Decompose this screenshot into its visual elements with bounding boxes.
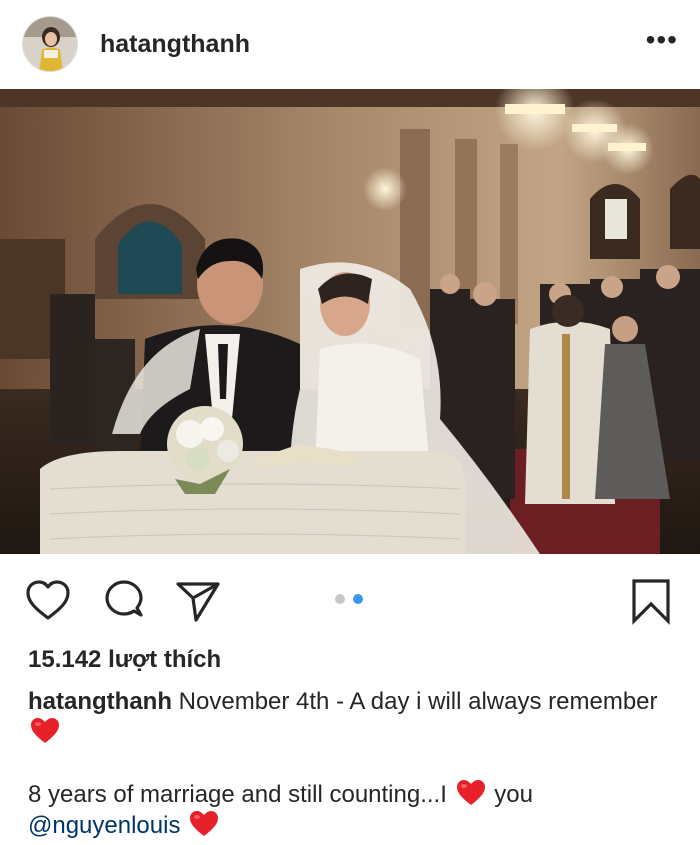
caption-text-1: November 4th - A day i will always remem…: [172, 688, 658, 715]
caption-text-2b: you: [487, 781, 533, 808]
wedding-photo-image: [0, 89, 700, 554]
paper-plane-icon[interactable]: [174, 577, 222, 625]
caption-username[interactable]: hatangthanh: [28, 688, 172, 715]
red-heart-emoji-icon: [190, 811, 219, 836]
heart-outline-icon[interactable]: [24, 577, 72, 625]
caption-line-3: @nguyenlouis: [28, 810, 678, 841]
avatar-image: [23, 17, 77, 71]
caption-text-2: 8 years of marriage and still counting..…: [28, 781, 454, 808]
post-caption: hatangthanh November 4th - A day i will …: [28, 686, 678, 841]
caption-line-1: hatangthanh November 4th - A day i will …: [28, 686, 678, 748]
post-header: hatangthanh •••: [0, 0, 700, 88]
mention-link[interactable]: @nguyenlouis: [28, 812, 180, 839]
more-options-icon[interactable]: •••: [646, 26, 678, 54]
caption-line-2: 8 years of marriage and still counting..…: [28, 779, 678, 810]
comment-bubble-icon[interactable]: [100, 577, 148, 625]
post-username[interactable]: hatangthanh: [100, 30, 250, 59]
bookmark-icon[interactable]: [628, 577, 674, 625]
carousel-dot-active: [353, 594, 363, 604]
avatar[interactable]: [22, 16, 78, 72]
red-heart-emoji-icon: [31, 718, 59, 743]
carousel-indicator: [335, 594, 363, 604]
carousel-dot: [335, 594, 345, 604]
likes-count[interactable]: 15.142 lượt thích: [28, 646, 221, 674]
post-photo[interactable]: [0, 89, 700, 554]
red-heart-emoji-icon: [456, 780, 485, 805]
